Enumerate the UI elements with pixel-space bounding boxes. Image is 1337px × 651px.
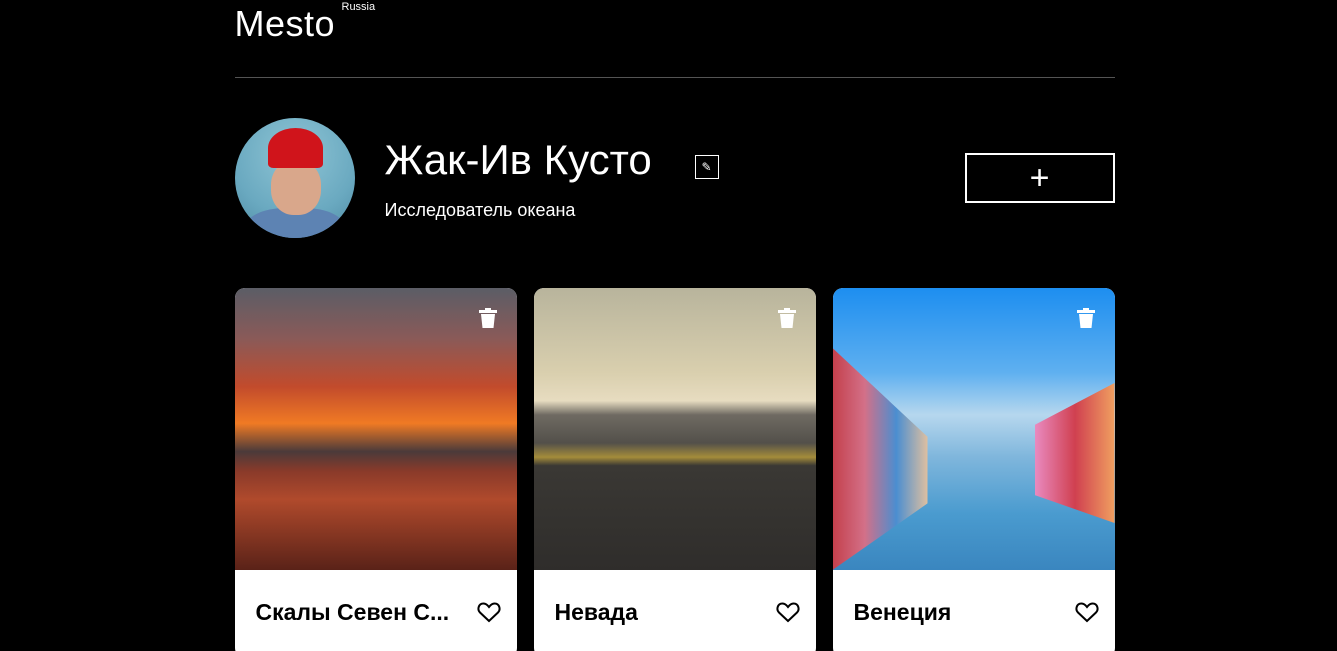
card-image[interactable] (234, 288, 517, 570)
card-title: Невада (554, 598, 638, 625)
heart-icon[interactable] (775, 601, 800, 623)
logo[interactable]: Mesto (235, 3, 336, 45)
avatar[interactable] (234, 118, 355, 238)
card: Невада (533, 288, 816, 651)
heart-icon[interactable] (1074, 601, 1099, 623)
profile-about: Исследователь океана (384, 200, 576, 220)
pencil-icon: ✎ (701, 160, 712, 174)
trash-icon[interactable] (478, 308, 497, 328)
cards-grid: Скалы Севен С... Невада Венеция (234, 288, 1115, 651)
trash-icon[interactable] (1076, 308, 1095, 328)
profile: Жак-Ив Кусто ✎ Исследователь океана + (234, 78, 1115, 288)
card-image[interactable] (533, 288, 816, 570)
logo-country: Russia (341, 1, 376, 13)
card-title: Венеция (853, 598, 952, 625)
profile-name: Жак-Ив Кусто (384, 136, 652, 183)
add-card-button[interactable]: + (964, 153, 1115, 203)
heart-icon[interactable] (476, 601, 501, 623)
trash-icon[interactable] (777, 308, 796, 328)
card: Венеция (832, 288, 1115, 651)
card-title: Скалы Севен С... (255, 598, 450, 625)
card-image[interactable] (832, 288, 1115, 570)
card: Скалы Севен С... (234, 288, 517, 651)
edit-profile-button[interactable]: ✎ (694, 155, 719, 179)
header: Mesto Russia (234, 0, 1115, 78)
